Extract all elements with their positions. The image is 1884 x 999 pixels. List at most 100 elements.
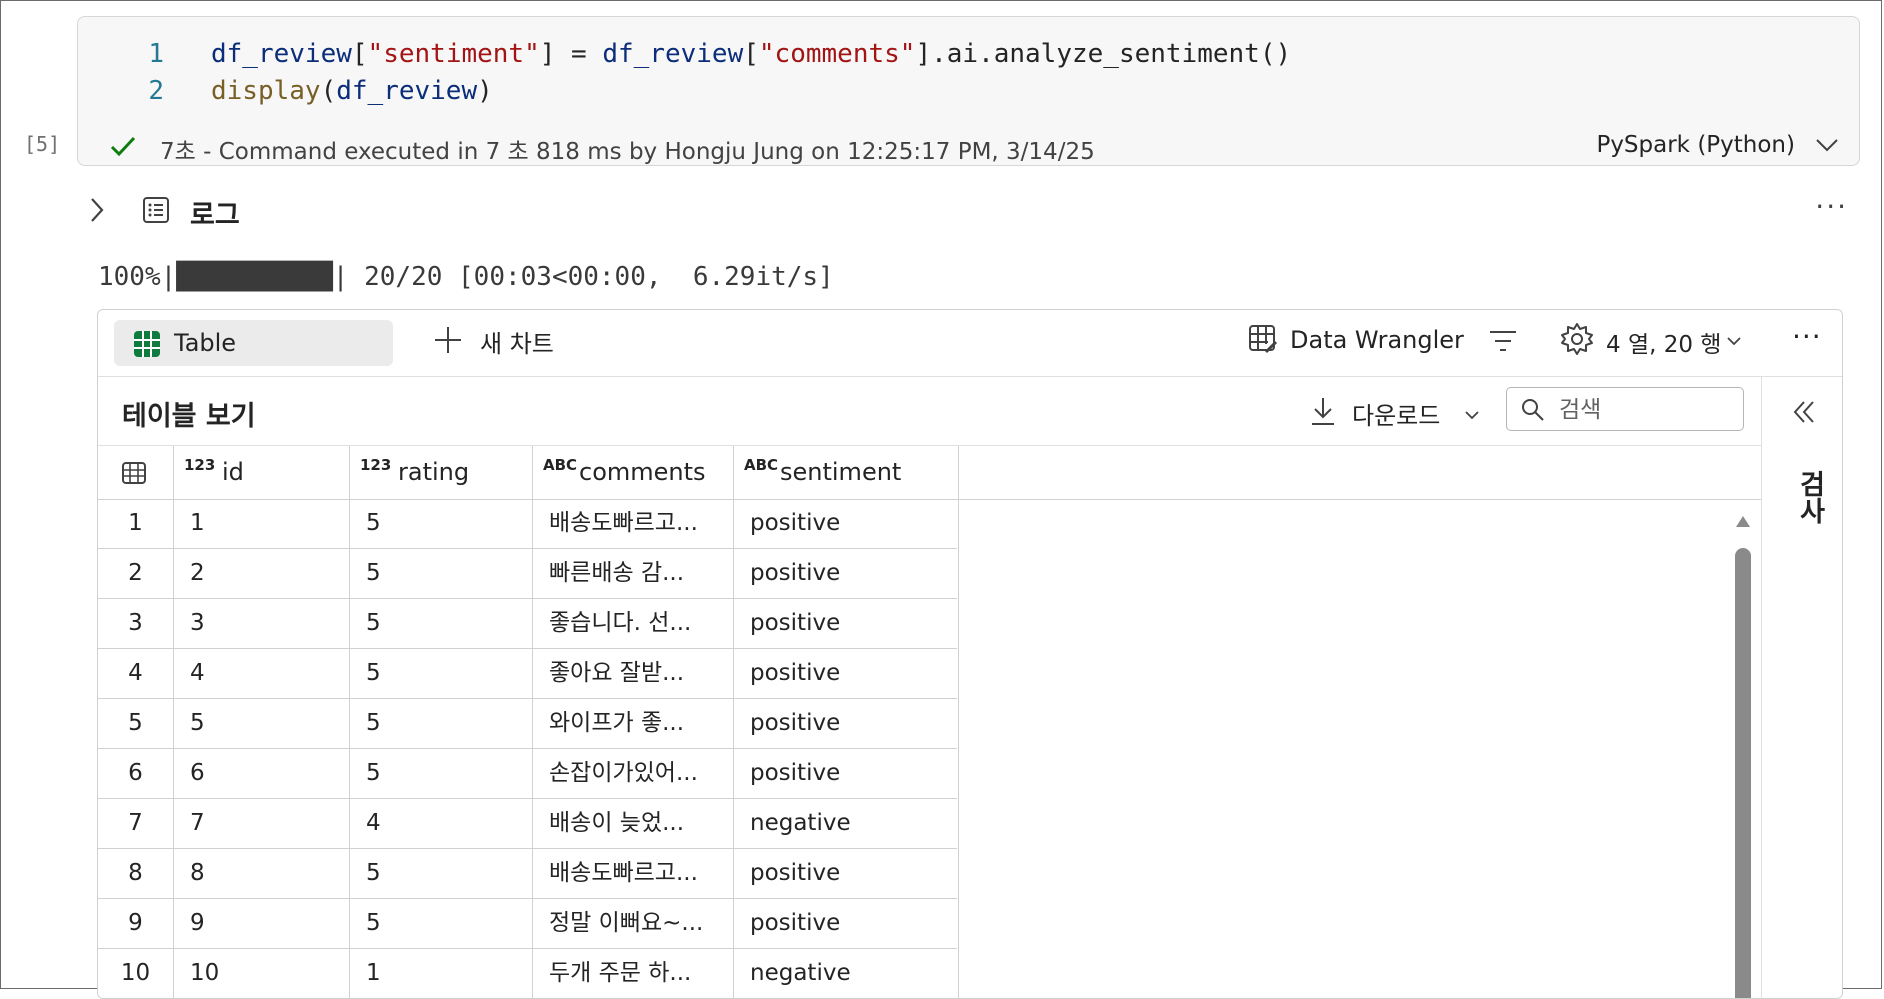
table-cell[interactable]: 빠른배송 감... [533, 548, 734, 598]
table-cell[interactable]: 손잡이가있어... [533, 748, 734, 798]
data-view-panel: Table 새 차트 Data Wrangler 4 열, 20 행 ··· 테… [97, 309, 1843, 999]
select-all-cell[interactable] [98, 446, 174, 499]
table-cell[interactable]: 5 [350, 898, 533, 948]
scroll-up-arrow-icon[interactable] [1735, 514, 1751, 528]
row-index-cell[interactable]: 3 [98, 598, 174, 648]
row-index-cell[interactable]: 4 [98, 648, 174, 698]
column-header-comments[interactable]: ABC comments [533, 446, 734, 499]
table-cell[interactable]: 9 [174, 898, 350, 948]
execution-count: [5] [24, 132, 61, 156]
table-cell[interactable]: 4 [174, 648, 350, 698]
table-view-header: 테이블 보기 다운로드 [98, 376, 1761, 446]
search-input[interactable] [1557, 394, 1731, 426]
column-header-id[interactable]: 123 id [174, 446, 350, 499]
table-cell[interactable]: 3 [174, 598, 350, 648]
columns-rows-count[interactable]: 4 열, 20 행 [1606, 325, 1721, 359]
table-cell[interactable]: 2 [174, 548, 350, 598]
table-cell[interactable]: positive [734, 598, 959, 648]
row-index-cell[interactable]: 8 [98, 848, 174, 898]
table-cell[interactable]: 배송도빠르고... [533, 848, 734, 898]
table-row[interactable]: 5 5 5 와이프가 좋... positive [98, 698, 959, 749]
column-type: 123 [360, 456, 392, 474]
table-cell[interactable]: 와이프가 좋... [533, 698, 734, 748]
table-cell[interactable]: positive [734, 698, 959, 748]
table-row[interactable]: 4 4 5 좋아요 잘받... positive [98, 648, 959, 699]
code-token: [ [743, 39, 759, 69]
download-label: 다운로드 [1352, 402, 1441, 430]
chevron-right-icon[interactable] [88, 196, 106, 224]
table-cell[interactable]: positive [734, 498, 959, 548]
table-row[interactable]: 6 6 5 손잡이가있어... positive [98, 748, 959, 799]
search-box[interactable] [1506, 387, 1744, 431]
code-token: [ [351, 39, 368, 69]
language-selector[interactable]: PySpark (Python) [1596, 132, 1795, 158]
table-cell[interactable]: positive [734, 748, 959, 798]
table-cell[interactable]: 6 [174, 748, 350, 798]
log-label[interactable]: 로그 [190, 193, 240, 232]
code-cell[interactable]: 1 df_review["sentiment"] = df_review["com… [77, 16, 1860, 166]
table-grid-icon [134, 331, 160, 357]
table-cell[interactable]: 5 [350, 698, 533, 748]
table-cell[interactable]: positive [734, 648, 959, 698]
column-name: id [222, 458, 244, 486]
search-icon [1522, 399, 1544, 421]
row-index-cell[interactable]: 5 [98, 698, 174, 748]
table-cell[interactable]: 5 [350, 548, 533, 598]
chevron-down-icon[interactable] [1815, 137, 1839, 153]
table-view-title: 테이블 보기 [122, 401, 256, 432]
table-row[interactable]: 2 2 5 빠른배송 감... positive [98, 548, 959, 599]
column-header-rating[interactable]: 123 rating [350, 446, 533, 499]
code-token: df_review [211, 39, 352, 69]
cell-status-bar: 7초 - Command executed in 7 초 818 ms by H… [78, 129, 1859, 165]
table-cell[interactable]: 5 [174, 698, 350, 748]
column-type: ABC [744, 456, 779, 474]
row-index-cell[interactable]: 9 [98, 898, 174, 948]
filter-icon[interactable] [1488, 328, 1518, 354]
row-index-cell[interactable]: 2 [98, 548, 174, 598]
table-row[interactable]: 8 8 5 배송도빠르고... positive [98, 848, 959, 899]
row-index-cell[interactable]: 7 [98, 798, 174, 848]
scrollbar-thumb[interactable] [1735, 548, 1751, 998]
table-cell[interactable]: 5 [350, 498, 533, 548]
table-row[interactable]: 9 9 5 정말 이뻐요~... positive [98, 898, 959, 949]
table-cell[interactable]: 배송이 늦었... [533, 798, 734, 848]
line-number: 1 [148, 39, 164, 69]
table-cell[interactable]: positive [734, 898, 959, 948]
table-cell[interactable]: negative [734, 798, 959, 848]
table-cell[interactable]: 5 [350, 748, 533, 798]
chevron-down-icon[interactable] [1726, 335, 1742, 347]
table-row[interactable]: 10 10 1 두개 주문 하... negative [98, 948, 959, 998]
table-cell[interactable]: 정말 이뻐요~... [533, 898, 734, 948]
download-icon [1312, 398, 1334, 425]
table-cell[interactable]: 좋아요 잘받... [533, 648, 734, 698]
table-cell[interactable]: positive [734, 548, 959, 598]
table-cell[interactable]: positive [734, 848, 959, 898]
more-options-button[interactable]: ··· [1815, 190, 1848, 223]
more-options-button[interactable]: ··· [1792, 320, 1822, 353]
table-cell[interactable]: 7 [174, 798, 350, 848]
table-cell[interactable]: 5 [350, 598, 533, 648]
progress-output: 100%|██████████| 20/20 [00:03<00:00, 6.2… [98, 262, 834, 292]
code-token: ] = [539, 39, 603, 69]
tab-table[interactable]: Table [114, 320, 393, 366]
gear-icon[interactable] [1560, 322, 1594, 356]
vertical-scrollbar[interactable] [1734, 514, 1752, 998]
table-cell[interactable]: 5 [350, 648, 533, 698]
table-row[interactable]: 7 7 4 배송이 늦었... negative [98, 798, 959, 849]
table-cell[interactable]: 배송도빠르고... [533, 498, 734, 548]
table-cell[interactable]: 5 [350, 848, 533, 898]
double-chevron-left-icon[interactable] [1790, 398, 1818, 426]
table-cell[interactable]: 8 [174, 848, 350, 898]
row-index-cell[interactable]: 1 [98, 498, 174, 548]
code-text: df_review["sentiment"] = df_review["comm… [211, 39, 1291, 69]
table-row[interactable]: 1 1 5 배송도빠르고... positive [98, 498, 959, 549]
table-cell[interactable]: 4 [350, 798, 533, 848]
table-row[interactable]: 3 3 5 좋습니다. 선... positive [98, 598, 959, 649]
column-name: rating [398, 458, 470, 486]
table-cell[interactable]: 1 [174, 498, 350, 548]
row-index-cell[interactable]: 6 [98, 748, 174, 798]
table-cell[interactable]: 좋습니다. 선... [533, 598, 734, 648]
inspect-label[interactable]: 검사 [1790, 470, 1829, 524]
column-name: sentiment [780, 458, 902, 486]
column-header-sentiment[interactable]: ABC sentiment [734, 446, 959, 499]
